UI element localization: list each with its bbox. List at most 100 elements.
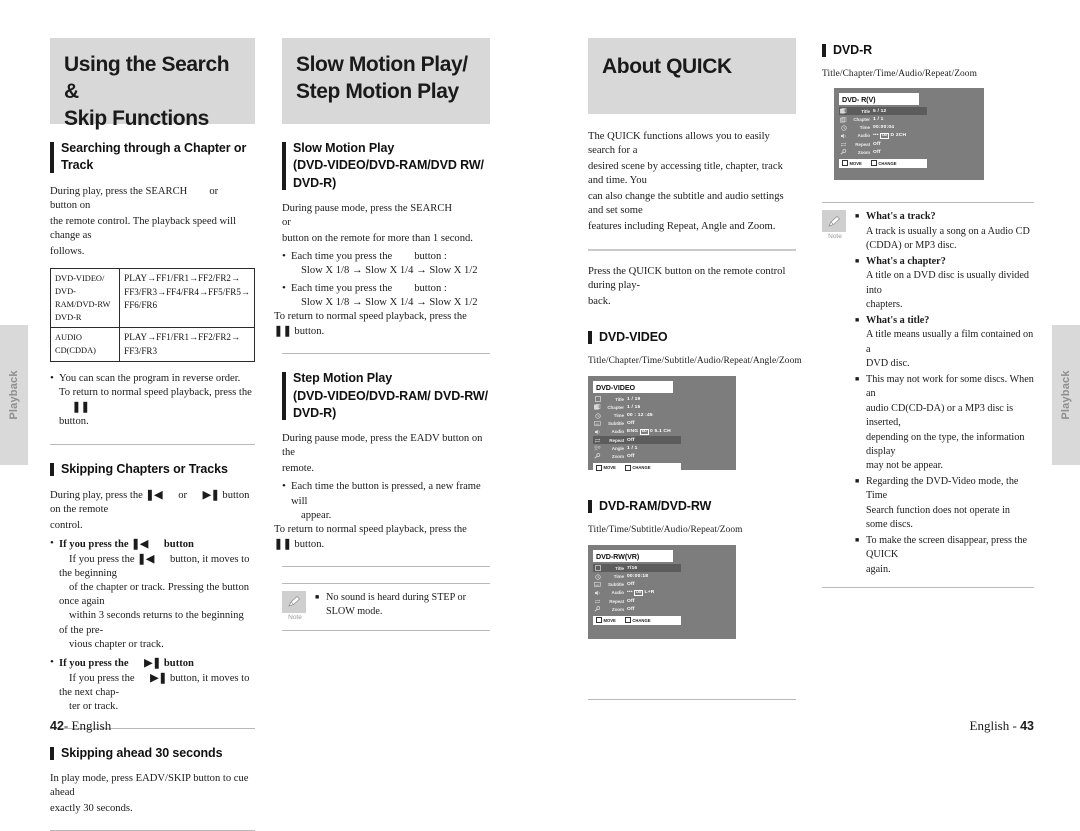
osd-row-subtitle[interactable]: Subtitle Off xyxy=(593,581,681,589)
note-item-answer-line: may not be appear. xyxy=(866,460,943,472)
osd-row-time[interactable]: Time 00 : 12 :45 xyxy=(593,411,681,419)
skip30-line2: exactly 30 seconds. xyxy=(50,803,133,815)
note-item-list: What's a track? A track is usually a son… xyxy=(855,210,1034,578)
osd-foot-move-label: MOVE xyxy=(603,617,616,623)
slow-intro-a: During pause mode, press the SEARCH xyxy=(282,202,453,214)
table-cell-speed-sequence: PLAY→FF1/FR1→FF2/FR2→ FF3/FR3→FF4/FR4→FF… xyxy=(119,267,255,328)
osd-foot-move-label: MOVE xyxy=(603,465,616,471)
osd-value: 5 / 12 xyxy=(873,108,887,114)
osd-value-group: ENG DD 0 5.1 CH xyxy=(627,428,681,435)
note-icon-group: Note xyxy=(822,210,848,578)
dpad-key-icon xyxy=(596,464,602,471)
osd-row-list: Title 5 / 12 Chapter 1 / 1 Time 00:00:04… xyxy=(839,107,927,156)
skip-forward-icon: ▶❚ xyxy=(202,488,220,501)
section-heading-text: DVD-VIDEO xyxy=(599,329,668,344)
skip-intro-or: or xyxy=(178,489,188,501)
page-footer-dash: - xyxy=(1009,718,1021,733)
page-number-right: 43 xyxy=(1020,719,1034,733)
dvd-r-caption: Title/Chapter/Time/Audio/Repeat/Zoom xyxy=(822,69,977,80)
osd-row-audio[interactable]: Audio ••• DD L+R xyxy=(593,589,681,597)
speed-line: PLAY→FF1/FR1→FF2/FR2→ xyxy=(124,331,241,342)
osd-label: Subtitle xyxy=(607,421,624,427)
banner-line-1: Slow Motion Play/ xyxy=(296,53,468,76)
dolby-digital-icon: DD xyxy=(634,589,644,596)
side-tab-label-right: Playback xyxy=(1060,370,1072,420)
osd-label: Repeat xyxy=(609,437,624,443)
bullet-item: Each time you press the button : Slow X 1… xyxy=(282,249,490,278)
osd-row-repeat[interactable]: Repeat Off xyxy=(839,140,927,148)
slow-intro-or: or xyxy=(282,216,291,228)
banner-line-1: Using the Search & xyxy=(64,53,230,103)
note-item: This may not work for some discs. When a… xyxy=(855,373,1034,474)
section-heading-text: Skipping ahead 30 seconds xyxy=(61,745,223,760)
osd-title-dvd-rw: DVD-RW(VR) xyxy=(593,550,673,563)
section-heading-sub-1: (DVD-VIDEO/DVD-RAM/DVD RW/ xyxy=(293,158,484,173)
page-footer-dash: - xyxy=(63,718,72,733)
note-item-question: What's a track? xyxy=(866,211,936,223)
osd-footer-bar: MOVE CHANGE xyxy=(593,463,681,473)
osd-value: Off xyxy=(873,141,881,147)
osd-foot-move[interactable]: MOVE xyxy=(596,617,616,624)
osd-foot-move[interactable]: MOVE xyxy=(596,464,616,471)
osd-row-audio[interactable]: Audio ••• DD D 2CH xyxy=(839,132,927,140)
osd-row-chapter[interactable]: Chapter 1 / 1 xyxy=(839,115,927,123)
osd-row-title[interactable]: Title 1 / 19 xyxy=(593,395,681,403)
slow-return-b: button. xyxy=(294,326,325,338)
osd-value: Off xyxy=(873,149,881,155)
osd-row-list: Title 7/16 Time 00:00:18 Subtitle Off Au… xyxy=(593,564,681,613)
section-heading-dvd-video: DVD-VIDEO xyxy=(588,329,796,346)
osd-row-repeat[interactable]: Repeat Off xyxy=(593,435,681,445)
side-tab-playback-left: Playback xyxy=(0,325,28,465)
repeat-icon xyxy=(839,142,848,147)
osd-foot-change[interactable]: CHANGE xyxy=(870,160,897,167)
osd-title-dvd-r: DVD- R(V) xyxy=(839,93,919,106)
divider xyxy=(282,353,490,355)
osd-row-title[interactable]: Title 7/16 xyxy=(593,564,681,573)
osd-value: 00:00:18 xyxy=(627,574,649,580)
osd-foot-move[interactable]: MOVE xyxy=(842,160,862,167)
zoom-icon xyxy=(593,453,602,459)
slow-b2-b: button : xyxy=(414,283,447,295)
osd-value: Off xyxy=(627,606,635,612)
osd-foot-change-label: CHANGE xyxy=(632,617,651,623)
quick-press-l1: Press the QUICK button on the remote con… xyxy=(588,265,786,291)
side-tab-playback-right: Playback xyxy=(1052,325,1080,465)
note-item-question: What's a title? xyxy=(866,314,930,326)
osd-row-list: Title 1 / 19 Chapter 1 / 15 Time 00 : 12… xyxy=(593,395,681,461)
osd-row-angle[interactable]: Angle 1 / 1 xyxy=(593,444,681,452)
osd-row-repeat[interactable]: Repeat Off xyxy=(593,597,681,605)
osd-row-zoom[interactable]: Zoom Off xyxy=(839,148,927,156)
osd-row-time[interactable]: Time 00:00:18 xyxy=(593,572,681,580)
banner-line-1: About QUICK xyxy=(602,55,732,78)
dolby-digital-icon: DD xyxy=(639,428,649,435)
osd-value: 7/16 xyxy=(627,565,638,571)
bullet-item: You can scan the program in reverse orde… xyxy=(50,371,255,429)
osd-row-subtitle[interactable]: Subtitle Off xyxy=(593,420,681,428)
osd-foot-change[interactable]: CHANGE xyxy=(624,464,651,471)
osd-foot-change[interactable]: CHANGE xyxy=(624,617,651,624)
osd-screen-dvd-r: DVD- R(V) Title 5 / 12 Chapter 1 / 1 Tim… xyxy=(834,88,984,181)
column-search-skip: Using the Search & Skip Functions Search… xyxy=(49,38,255,831)
search-intro-or: or xyxy=(209,185,219,197)
table-row: AUDIO CD(CDDA) PLAY→FF1/FR1→FF2/FR2→ FF3… xyxy=(49,326,255,363)
osd-screen-dvd-video: DVD-VIDEO Title 1 / 19 Chapter 1 / 15 Ti… xyxy=(588,376,736,473)
osd-audio-lang: ••• xyxy=(627,590,633,596)
section-heading-sub-2: DVD-R) xyxy=(293,175,337,190)
divider xyxy=(282,565,490,567)
osd-row-zoom[interactable]: Zoom Off xyxy=(593,452,681,460)
section-heading-step-motion-play: Step Motion Play (DVD-VIDEO/DVD-RAM/ DVD… xyxy=(282,370,490,422)
title-icon xyxy=(593,565,602,572)
quick-intro-l1: The QUICK functions allows you to easily… xyxy=(588,131,770,157)
osd-row-chapter[interactable]: Chapter 1 / 15 xyxy=(593,403,681,411)
step-return-a: To return to normal speed playback, pres… xyxy=(274,523,467,535)
osd-row-zoom[interactable]: Zoom Off xyxy=(593,605,681,613)
osd-label: Zoom xyxy=(611,606,624,612)
repeat-icon xyxy=(593,599,602,604)
skip-forward-icon: ▶❚ xyxy=(144,656,162,669)
osd-row-title[interactable]: Title 5 / 12 xyxy=(839,107,927,116)
section-heading-skip-30-seconds: Skipping ahead 30 seconds xyxy=(50,745,255,762)
osd-row-time[interactable]: Time 00:00:04 xyxy=(839,124,927,132)
osd-row-audio[interactable]: Audio ENG DD 0 5.1 CH xyxy=(593,428,681,436)
note-item: What's a track? A track is usually a son… xyxy=(855,210,1034,253)
manual-page-spread: Playback Playback Using the Search & Ski… xyxy=(0,0,1080,831)
